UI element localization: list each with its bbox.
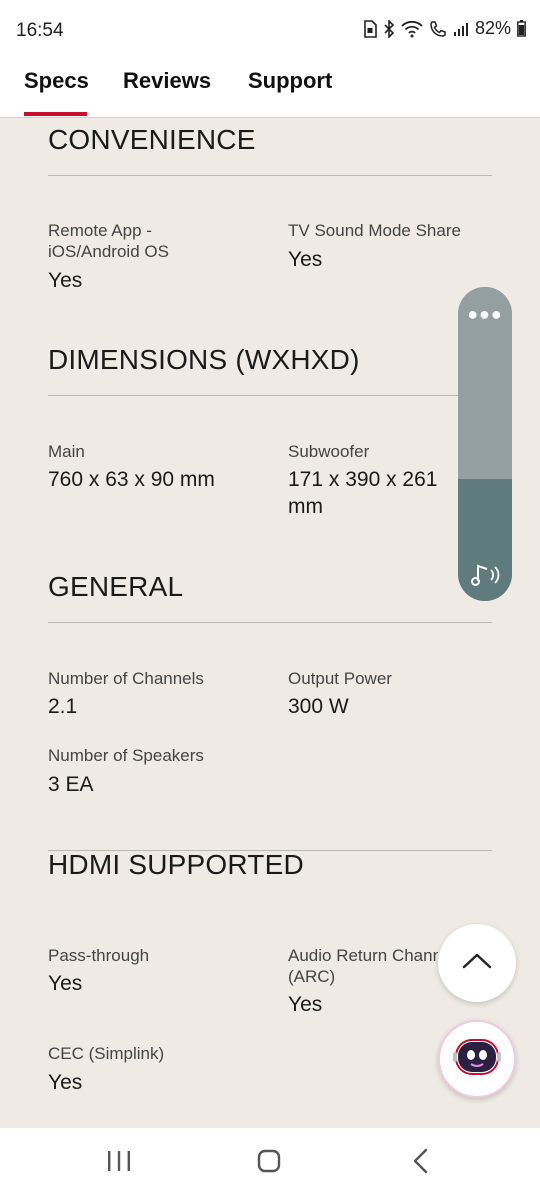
section-divider [48,622,492,623]
section-title-hdmi: HDMI SUPPORTED [48,849,304,880]
more-icon[interactable]: ●●● [458,305,512,323]
spec-value-output-power: 300 W [288,695,349,718]
spec-value-main: 760 x 63 x 90 mm [48,468,215,491]
spec-label-speakers: Number of Speakers [48,746,204,765]
spec-value-arc: Yes [288,993,323,1016]
spec-label-subwoofer: Subwoofer [288,442,370,461]
spec-value-pass-through: Yes [48,972,83,995]
spec-value-cec: Yes [48,1071,83,1094]
section-divider [48,850,492,851]
tab-specs[interactable]: Specs [24,68,89,94]
tab-support[interactable]: Support [248,68,332,94]
status-time: 16:54 [16,20,64,41]
bluetooth-icon [384,19,395,38]
spec-value-subwoofer: 171 x 390 x 261 mm [288,468,438,518]
spec-label-tv-sound-mode-share: TV Sound Mode Share [288,221,461,240]
spec-label-arc: Audio Return Channel (ARC) [288,946,438,986]
battery-icon [517,20,526,37]
back-icon[interactable] [410,1148,432,1174]
section-title-general: GENERAL [48,571,184,602]
battery-percent: 82% [474,18,511,38]
spec-label-channels: Number of Channels [48,669,204,688]
spec-label-pass-through: Pass-through [48,946,150,965]
spec-label-cec: CEC (Simplink) [48,1044,165,1063]
wifi-icon [401,20,423,37]
spec-value-tv-sound-mode-share: Yes [288,248,323,271]
tab-reviews[interactable]: Reviews [123,68,211,94]
spec-value-channels: 2.1 [48,695,78,718]
system-nav-bar [0,1128,540,1200]
status-icons: 82% [363,18,526,39]
sound-assistant-icon[interactable] [470,561,500,589]
chatbot-icon [453,1039,501,1075]
home-icon[interactable] [256,1148,282,1174]
spec-value-speakers: 3 EA [48,773,94,796]
section-title-dimensions: DIMENSIONS (WXHXD) [48,344,360,375]
chevron-up-icon [462,953,492,969]
sim-card-icon [364,19,377,38]
tab-bar: Specs Reviews Support [0,48,540,118]
active-tab-indicator [24,112,87,116]
chatbot-button[interactable] [438,1020,516,1098]
spec-label-output-power: Output Power [288,669,392,688]
spec-label-remote-app: Remote App - iOS/Android OS [48,221,169,261]
section-divider [48,175,492,176]
recents-icon[interactable] [106,1148,132,1174]
section-divider [48,395,492,396]
spec-value-remote-app: Yes [48,269,83,292]
scroll-to-top-button[interactable] [438,924,516,1002]
section-title-convenience: CONVENIENCE [48,124,256,155]
signal-icon [453,22,468,36]
call-icon [430,20,446,37]
status-bar: 16:54 82% [0,0,540,48]
sound-assistant-widget[interactable]: ●●● [458,287,512,601]
spec-label-main: Main [48,442,85,461]
